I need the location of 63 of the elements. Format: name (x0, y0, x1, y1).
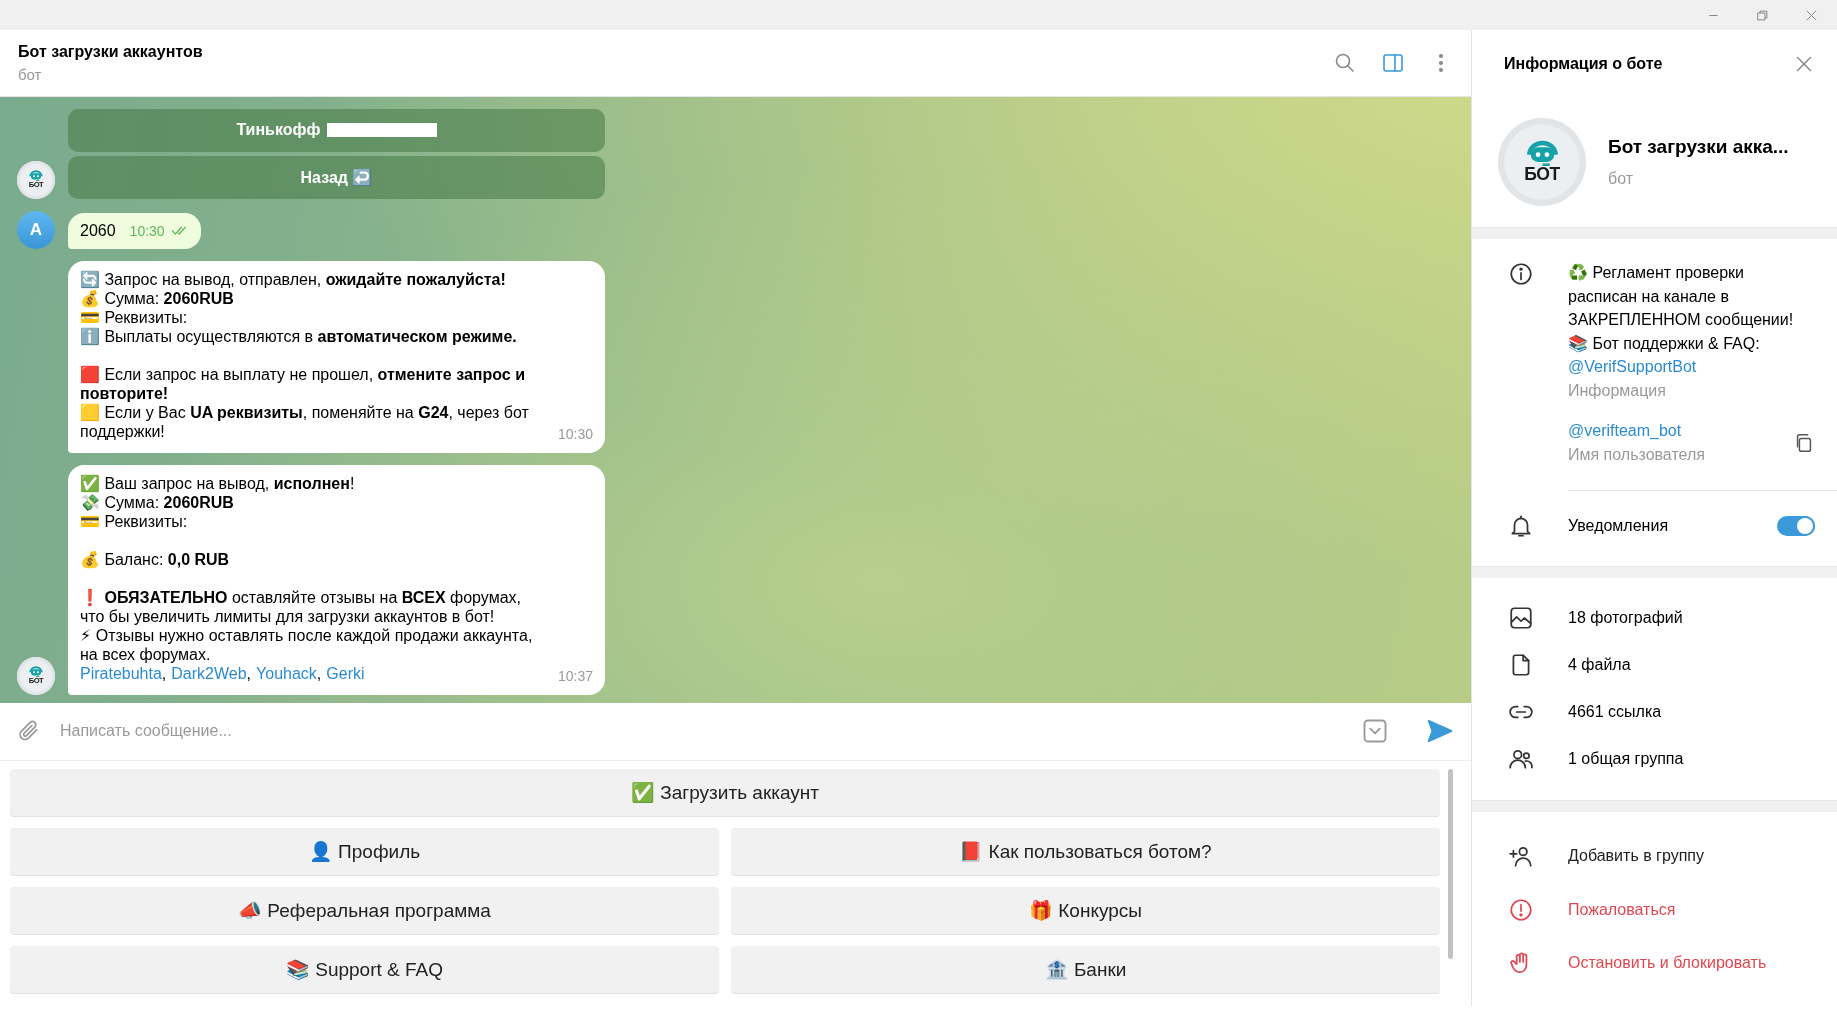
bio-text: ♻ Регламент проверки расписан на канале в ЗАКРЕПЛЕННОМ сообщении! 📚 Бот поддержки & FAQ: (1568, 263, 1795, 354)
action-link[interactable]: Пожаловаться (1568, 901, 1676, 919)
bot-avatar: БОТ (1498, 118, 1586, 206)
comma-text: , (246, 663, 252, 683)
media-count-link[interactable]: 4 файла (1568, 656, 1631, 674)
media-count-link[interactable]: 18 фотографий (1568, 609, 1683, 627)
message-line: 🟨 Если у Вас UA реквизиты, поменяйте на G24, через бот поддержки! (80, 402, 530, 441)
info-icon (1508, 261, 1534, 287)
photo-icon (1508, 605, 1534, 631)
message-input[interactable]: Написать сообщение... (58, 712, 1345, 750)
message-line: ✅ Ваш запрос на вывод, исполнен! (80, 473, 356, 493)
keyboard-button[interactable]: 📚 Support & FAQ (10, 945, 719, 993)
inline-button[interactable]: Тинькофф (68, 108, 605, 152)
action-link[interactable]: Добавить в группу (1568, 846, 1704, 865)
chat-subtitle: бот (18, 66, 43, 83)
message-text: 2060 (80, 221, 116, 240)
message-line: 💰 Баланс: 0,0 RUB (80, 549, 231, 569)
scrollbar[interactable] (1448, 768, 1453, 959)
link[interactable]: Gerki (326, 663, 365, 683)
keyboard-button[interactable]: ✅ Загрузить аккаунт (10, 768, 1440, 816)
inline-button[interactable]: Назад ↩ (68, 155, 605, 199)
bell-icon (1508, 513, 1534, 539)
notifications-label: Уведомления (1568, 517, 1670, 535)
link[interactable]: Youhack (256, 663, 317, 683)
message-line: 💰 Сумма: 2060RUB (80, 288, 235, 308)
field-label: Информация (1568, 381, 1667, 400)
media-count-link[interactable]: 4661 ссылка (1568, 703, 1662, 721)
link[interactable]: Dark2Web (171, 663, 247, 683)
link[interactable]: Piratebuhta (80, 663, 162, 683)
keyboard-button[interactable]: 🎁 Конкурсы (731, 886, 1440, 934)
username-link[interactable]: @verifteam_bot (1568, 421, 1759, 440)
bio-link[interactable]: @VerifSupportBot (1568, 355, 1815, 379)
message-line: ❗ ОБЯЗАТЕЛЬНО оставляйте отзывы на ВСЕХ форумах, что бы увеличить лимиты для загрузки аккаунтов в бот! (80, 587, 522, 626)
message-time: 10:30 (557, 425, 593, 442)
message-line: ⚡ Отзывы нужно оставлять после каждой продажи аккаунта, на всех форумах. (80, 625, 534, 664)
message-line: 🟥 Если запрос на выплату не прошел, отмените запрос и повторите! (80, 364, 526, 403)
message-time: 10:37 (557, 667, 593, 684)
keyboard-button[interactable]: 📕 Как пользоваться ботом? (731, 827, 1440, 875)
sidebar-toggle-icon[interactable] (1381, 51, 1405, 75)
user-avatar: A (17, 210, 55, 249)
bot-name: Бот загрузки акка... (1608, 136, 1789, 158)
warning-icon (1508, 897, 1534, 923)
message-line: 💸 Сумма: 2060RUB (80, 492, 235, 512)
message-line: 💳 Реквизиты: (80, 308, 189, 327)
restore-icon[interactable] (1755, 7, 1770, 23)
keyboard-button[interactable]: 👤 Профиль (10, 827, 719, 875)
bot-subtitle: бот (1608, 170, 1635, 188)
search-icon[interactable] (1333, 51, 1357, 75)
media-count-link[interactable]: 1 общая группа (1568, 750, 1684, 768)
message-line: ℹ Выплаты осуществляются в автоматическом режиме. (80, 326, 518, 346)
keyboard-toggle-icon[interactable] (1361, 717, 1389, 745)
comma-text: , (316, 663, 322, 683)
action-link[interactable]: Остановить и блокировать (1568, 954, 1767, 972)
panel-title: Информация о боте (1504, 54, 1663, 73)
keyboard-button[interactable]: 🏦 Банки (731, 945, 1440, 993)
message-line: 🔄 Запрос на вывод, отправлен, ожидайте пожалуйста! (80, 269, 507, 289)
notifications-toggle[interactable] (1777, 516, 1815, 536)
message-line: 💳 Реквизиты: (80, 511, 189, 531)
message-time: 10:30 (129, 222, 165, 239)
field-label: Имя пользователя (1568, 445, 1706, 464)
chat-title: Бот загрузки аккаунтов (18, 43, 204, 61)
keyboard-button[interactable]: 📣 Реферальная программа (10, 886, 719, 934)
comma-text: , (161, 663, 167, 683)
